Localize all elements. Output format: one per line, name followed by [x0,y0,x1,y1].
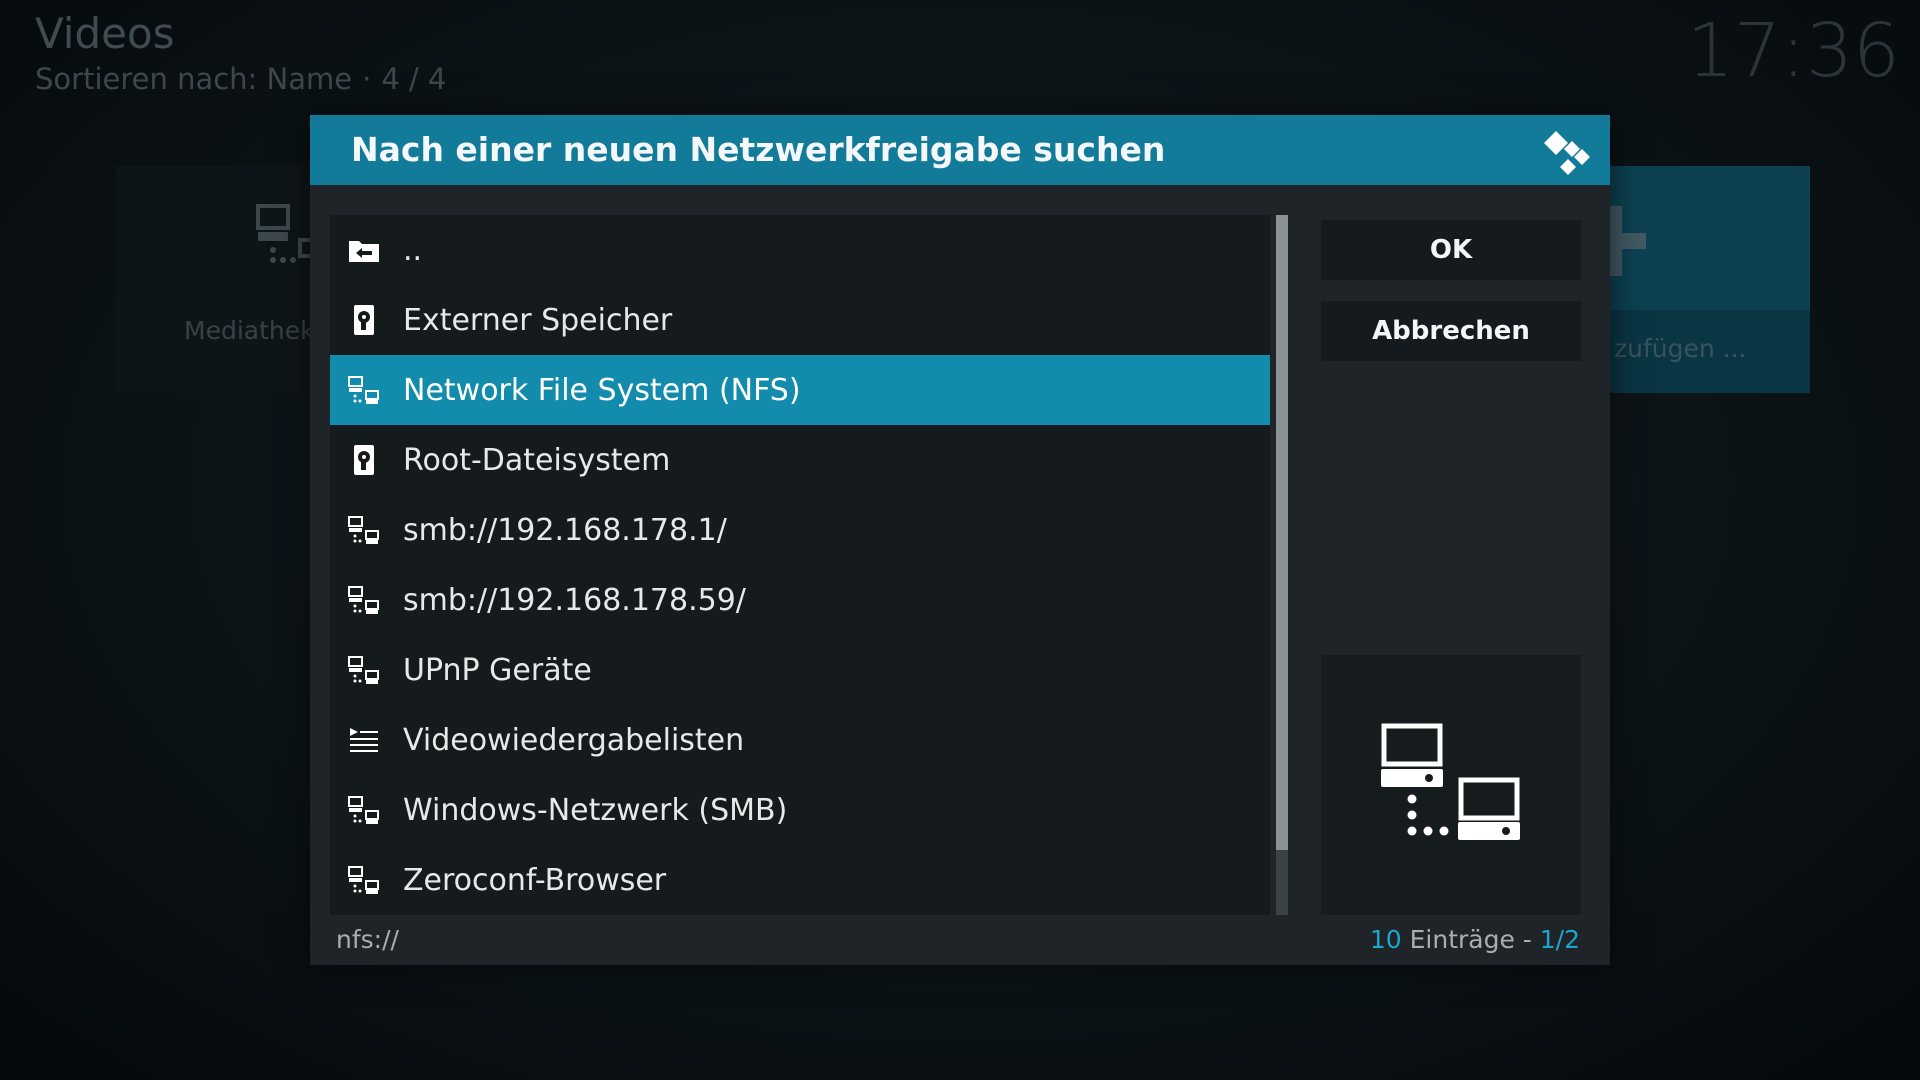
network-icon [348,586,379,614]
page-indicator: 1/2 [1539,925,1580,954]
network-icon [348,866,379,894]
list-item[interactable]: Externer Speicher [330,285,1270,355]
list-item[interactable]: Windows-Netzwerk (SMB) [330,775,1270,845]
list-item-label: Windows-Netzwerk (SMB) [403,792,788,828]
network-icon [348,796,379,824]
kodi-logo-icon[interactable] [1542,129,1592,179]
list-item-label: Zeroconf-Browser [403,862,667,898]
folder-back-icon [349,241,379,262]
network-icon [348,516,379,544]
list-scrollbar[interactable] [1276,215,1288,915]
dialog-header: Nach einer neuen Netzwerkfreigabe suchen [310,115,1610,185]
list-item-label: UPnP Geräte [403,652,592,688]
count-number: 10 [1369,925,1402,954]
item-count: 10 Einträge - 1/2 [1370,925,1580,954]
source-list[interactable]: .. Externer Speicher Network File System… [330,215,1270,915]
ok-button[interactable]: OK [1321,220,1581,280]
list-item-label: Network File System (NFS) [403,372,801,408]
dialog-title: Nach einer neuen Netzwerkfreigabe suchen [351,130,1166,169]
list-item[interactable]: Root-Dateisystem [330,425,1270,495]
list-item-label: smb://192.168.178.59/ [403,582,746,618]
list-item-label: .. [403,232,423,268]
network-icon [348,656,379,684]
list-item[interactable]: smb://192.168.178.1/ [330,495,1270,565]
list-item[interactable]: Videowiedergabelisten [330,705,1270,775]
preview-panel [1321,655,1581,915]
count-text: Einträge - [1401,925,1540,954]
harddisk-icon [354,445,374,475]
harddisk-icon [354,305,374,335]
list-item[interactable]: smb://192.168.178.59/ [330,565,1270,635]
list-item-selected[interactable]: Network File System (NFS) [330,355,1270,425]
cancel-button[interactable]: Abbrechen [1321,301,1581,361]
playlist-icon [350,728,378,752]
scrollbar-thumb[interactable] [1276,215,1288,850]
network-share-dialog: Nach einer neuen Netzwerkfreigabe suchen… [310,115,1610,965]
list-item-label: Root-Dateisystem [403,442,671,478]
current-path: nfs:// [336,925,399,954]
list-item[interactable]: .. [330,215,1270,285]
list-item-label: Externer Speicher [403,302,673,338]
network-large-icon [1381,723,1520,840]
list-item-label: Videowiedergabelisten [403,722,745,758]
list-item[interactable]: UPnP Geräte [330,635,1270,705]
network-icon [348,376,379,404]
list-item[interactable]: Zeroconf-Browser [330,845,1270,915]
kodi-screen: Videos Sortieren nach: Name · 4 / 4 17:36 … [0,0,1920,1080]
list-item-label: smb://192.168.178.1/ [403,512,727,548]
